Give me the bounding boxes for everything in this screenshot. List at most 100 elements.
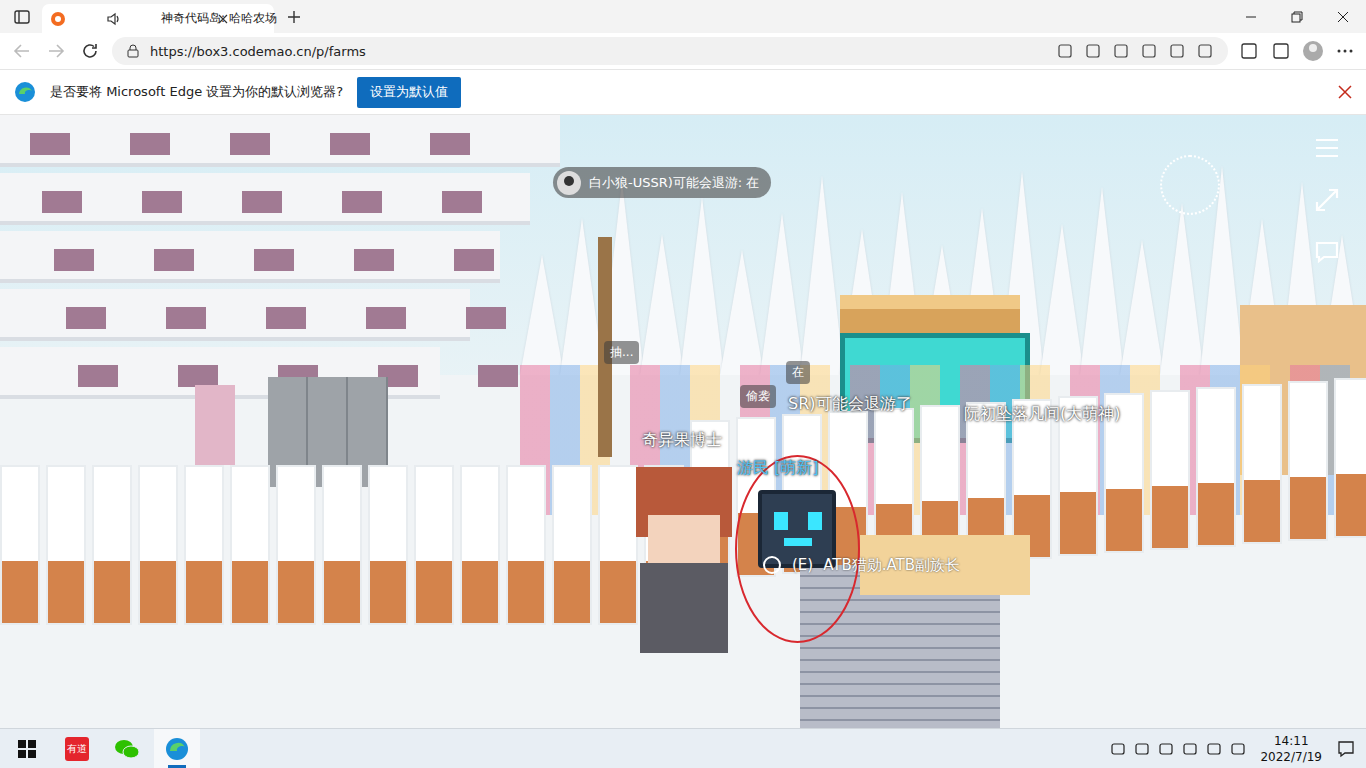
tab-title: 神奇代码岛: 哈哈农场	[161, 10, 211, 27]
profile-icon[interactable]	[1302, 40, 1324, 62]
volume-icon[interactable]	[1182, 741, 1198, 757]
fence-post	[0, 465, 40, 625]
translate-icon[interactable]	[1168, 42, 1186, 60]
speaker-icon	[106, 11, 156, 27]
tab-actions-icon[interactable]	[8, 3, 36, 31]
browser-tab[interactable]: 神奇代码岛: 哈哈农场	[42, 4, 274, 33]
taskbar-app[interactable]: 有道	[54, 729, 100, 768]
player-body	[640, 563, 728, 653]
player-face	[648, 515, 720, 565]
chat-icon[interactable]	[1314, 239, 1340, 265]
chevron-icon[interactable]	[1110, 741, 1126, 757]
pink-block	[342, 191, 382, 213]
snow-tree	[760, 213, 804, 375]
pink-block	[266, 307, 306, 329]
player-nametag: 奇异果博士	[640, 429, 724, 452]
snow-tree	[1160, 203, 1204, 375]
pink-block	[466, 307, 506, 329]
taskbar-app[interactable]	[104, 729, 150, 768]
menu-icon[interactable]	[1314, 135, 1340, 161]
pink-block	[454, 249, 494, 271]
interact-prompt[interactable]: (E)ATB猎勋.ATB副族长	[762, 555, 960, 575]
snow-tree	[1200, 166, 1244, 375]
minimize-icon	[1245, 11, 1257, 23]
battery-icon[interactable]	[1206, 741, 1222, 757]
restore-button[interactable]	[1274, 0, 1320, 33]
close-icon	[1337, 11, 1349, 23]
window-controls	[1228, 0, 1366, 33]
fence-post	[276, 465, 316, 625]
pink-block	[30, 133, 70, 155]
favorites-icon[interactable]	[1238, 40, 1260, 62]
fence-post	[368, 465, 408, 625]
read-aloud-icon[interactable]	[1056, 42, 1074, 60]
new-tab-icon[interactable]	[280, 3, 308, 31]
back-icon[interactable]	[10, 39, 34, 63]
collections-icon[interactable]	[1270, 40, 1292, 62]
fence-post	[230, 465, 270, 625]
close-prompt-icon[interactable]	[1338, 85, 1352, 99]
fence-post	[322, 465, 362, 625]
wifi-icon[interactable]	[1230, 741, 1246, 757]
notification-icon[interactable]	[1336, 739, 1356, 759]
system-tray: 14:112022/7/19	[1110, 733, 1362, 765]
red-circle	[735, 455, 860, 643]
fence-post	[1334, 378, 1366, 538]
network-app-icon[interactable]	[1158, 741, 1174, 757]
security-icon[interactable]	[1134, 741, 1150, 757]
forward-icon[interactable]	[44, 39, 68, 63]
wechat-icon	[114, 738, 140, 760]
pink-block	[430, 133, 470, 155]
text-size-icon[interactable]	[1140, 42, 1158, 60]
fence-post	[1242, 384, 1282, 544]
codemao-logo-icon	[50, 11, 100, 27]
restore-icon	[1291, 11, 1303, 23]
game-scene	[0, 115, 1366, 728]
lock-icon	[126, 44, 140, 58]
notification-toast: 白小狼-USSR)可能会退游: 在	[553, 167, 771, 198]
minimize-button[interactable]	[1228, 0, 1274, 33]
refresh-icon[interactable]	[78, 39, 102, 63]
robot-eye	[774, 512, 788, 530]
game-viewport[interactable]: 白小狼-USSR)可能会退游: 在抽...在偷袭SR)可能会退游了奇异果博士阮初…	[0, 115, 1366, 728]
fullscreen-icon[interactable]	[1314, 187, 1340, 213]
close-button[interactable]	[1320, 0, 1366, 33]
fence-post	[138, 465, 178, 625]
split-icon[interactable]	[1112, 42, 1130, 60]
game-side-menu	[1314, 135, 1340, 265]
fence-post	[1150, 390, 1190, 550]
pink-block	[230, 133, 270, 155]
close-tab-icon[interactable]	[217, 13, 267, 25]
fence-post	[46, 465, 86, 625]
snowflake-decoration	[1160, 155, 1220, 215]
avatar-icon	[557, 171, 581, 195]
pink-block	[366, 307, 406, 329]
pink-block	[42, 191, 82, 213]
player-nametag: SR)可能会退游了	[786, 393, 914, 416]
favorite-add-icon[interactable]	[1196, 42, 1214, 60]
fence-post	[414, 465, 454, 625]
time: 14:11	[1274, 733, 1309, 749]
snow-tree	[800, 176, 844, 375]
snow-tree	[1080, 187, 1124, 375]
pink-block	[166, 307, 206, 329]
snow-tree	[720, 250, 764, 375]
interact-key: (E)	[792, 556, 813, 574]
date: 2022/7/19	[1260, 749, 1322, 765]
more-icon[interactable]	[1334, 40, 1356, 62]
edge-icon	[165, 737, 189, 761]
fence-post	[506, 465, 546, 625]
url-field[interactable]: https://box3.codemao.cn/p/farms	[112, 37, 1228, 65]
set-default-button[interactable]: 设置为默认值	[357, 77, 461, 108]
snow-tree	[640, 234, 684, 375]
pink-block	[242, 191, 282, 213]
fence-post	[92, 465, 132, 625]
pink-pillar	[195, 385, 235, 465]
taskbar: 有道 14:112022/7/19	[0, 728, 1366, 768]
clock[interactable]: 14:112022/7/19	[1254, 733, 1328, 765]
robot-mouth	[784, 538, 812, 546]
taskbar-app[interactable]	[154, 729, 200, 768]
start-button[interactable]	[4, 729, 50, 768]
apps-icon[interactable]	[1084, 42, 1102, 60]
snow-block	[0, 115, 560, 167]
